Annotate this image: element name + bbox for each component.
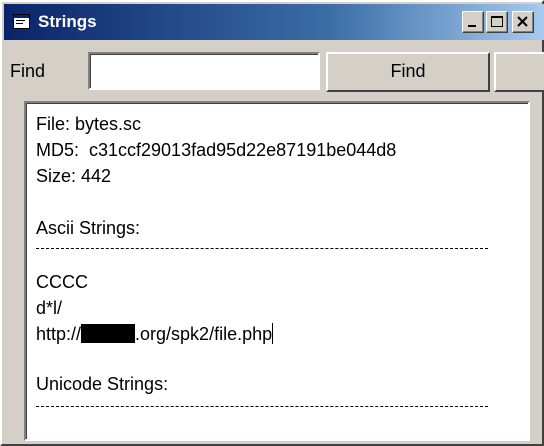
strings-window: Strings Find Find File: bytes.sc MD5: c3… [0,0,544,446]
url-prefix: http:// [36,324,82,344]
find-input[interactable] [88,52,320,90]
ascii-string-item: CCCC [36,272,88,292]
find-label: Find [10,61,46,81]
text-caret [272,323,274,344]
unicode-strings-header: Unicode Strings: [36,374,169,394]
unicode-separator [36,406,488,407]
close-icon [517,16,528,27]
redaction-block [81,324,136,343]
ascii-strings-header: Ascii Strings: [36,218,141,238]
close-button[interactable] [512,11,534,33]
url-string-line: http:// .org/spk2/file.php [36,323,274,345]
title-bar[interactable]: Strings [4,4,544,40]
window-title: Strings [38,12,97,31]
md5-line: MD5: c31ccf29013fad95d22e87191be044d8 [36,140,397,160]
minimize-icon [468,25,476,27]
minimize-button[interactable] [462,11,484,33]
size-line: Size: 442 [36,166,112,186]
ascii-string-item: d*l/ [36,298,63,318]
url-suffix: .org/spk2/file.php [135,324,273,344]
find-button[interactable]: Find [326,52,490,92]
ascii-separator [36,248,488,249]
maximize-icon [491,16,503,27]
file-name-line: File: bytes.sc [36,114,142,134]
secondary-button[interactable] [494,52,544,92]
maximize-button[interactable] [486,11,508,33]
strings-output-textarea[interactable]: File: bytes.sc MD5: c31ccf29013fad95d22e… [24,101,530,441]
app-window-icon [13,14,30,29]
